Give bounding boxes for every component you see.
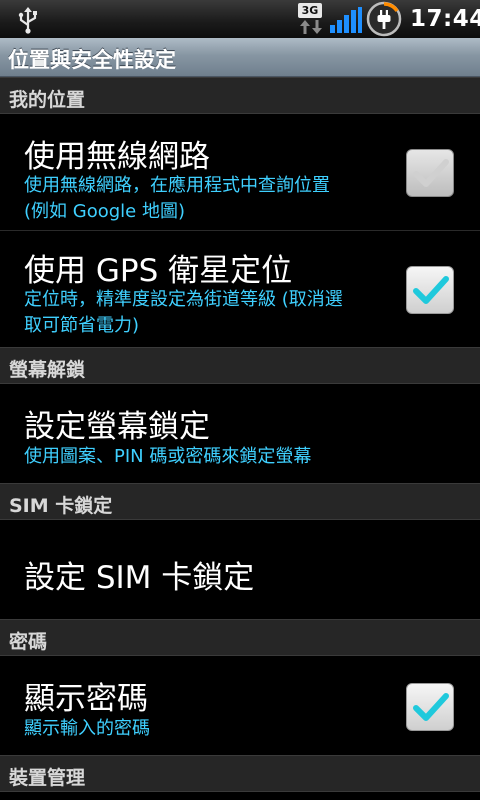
usb-icon (18, 7, 37, 34)
show-password-checkbox[interactable] (406, 683, 454, 731)
checkmark-icon (413, 276, 449, 304)
setting-show-password[interactable]: 顯示密碼 顯示輸入的密碼 (0, 656, 480, 755)
status-bar: 3G 17:44 (0, 0, 480, 38)
setting-summary-line: 使用無線網路，在應用程式中查詢位置 (24, 175, 330, 196)
status-time: 17:44 (410, 6, 480, 32)
title-bar: 位置與安全性設定 (0, 38, 480, 77)
setting-use-wireless-networks[interactable]: 使用無線網路 使用無線網路，在應用程式中查詢位置 (例如 Google 地圖) (0, 114, 480, 230)
setting-summary: 顯示輸入的密碼 (24, 718, 150, 739)
setting-set-up-screen-lock[interactable]: 設定螢幕鎖定 使用圖案、PIN 碼或密碼來鎖定螢幕 (0, 384, 480, 483)
battery-charging-icon (366, 1, 402, 37)
gps-checkbox[interactable] (406, 266, 454, 314)
setting-set-up-sim-lock[interactable]: 設定 SIM 卡鎖定 (0, 520, 480, 619)
setting-title: 使用 GPS 衛星定位 (24, 253, 293, 289)
3g-data-icon: 3G (298, 3, 324, 35)
checkmark-icon (413, 159, 449, 187)
section-header-password: 密碼 (0, 619, 480, 656)
section-header-label: 螢幕解鎖 (9, 359, 86, 381)
setting-summary-line: 定位時，精準度設定為街道等級 (取消選 (24, 289, 343, 310)
section-header-label: SIM 卡鎖定 (9, 495, 113, 517)
setting-title: 設定 SIM 卡鎖定 (24, 560, 255, 596)
setting-use-gps-satellites[interactable]: 使用 GPS 衛星定位 定位時，精準度設定為街道等級 (取消選 取可節省電力) (0, 231, 480, 347)
setting-title: 顯示密碼 (24, 681, 148, 717)
section-header-label: 密碼 (9, 631, 48, 653)
checkmark-icon (413, 693, 449, 721)
setting-summary: 使用圖案、PIN 碼或密碼來鎖定螢幕 (24, 446, 312, 467)
signal-strength-icon (330, 7, 362, 33)
network-badge: 3G (298, 3, 322, 18)
section-header-label: 我的位置 (9, 89, 86, 111)
setting-summary: 定位時，精準度設定為街道等級 (取消選 取可節省電力) (24, 287, 396, 339)
section-header-my-location: 我的位置 (0, 77, 480, 114)
setting-title: 使用無線網路 (24, 139, 210, 175)
section-header-sim-lock: SIM 卡鎖定 (0, 483, 480, 520)
wireless-networks-checkbox[interactable] (406, 149, 454, 197)
setting-title: 設定螢幕鎖定 (24, 409, 210, 445)
section-header-device-admin: 裝置管理 (0, 755, 480, 792)
setting-summary: 使用無線網路，在應用程式中查詢位置 (例如 Google 地圖) (24, 173, 396, 225)
section-header-label: 裝置管理 (9, 767, 86, 789)
setting-summary-line: 取可節省電力) (24, 315, 140, 336)
section-header-screen-unlock: 螢幕解鎖 (0, 347, 480, 384)
setting-summary-line: (例如 Google 地圖) (24, 201, 185, 222)
page-title: 位置與安全性設定 (8, 48, 176, 72)
